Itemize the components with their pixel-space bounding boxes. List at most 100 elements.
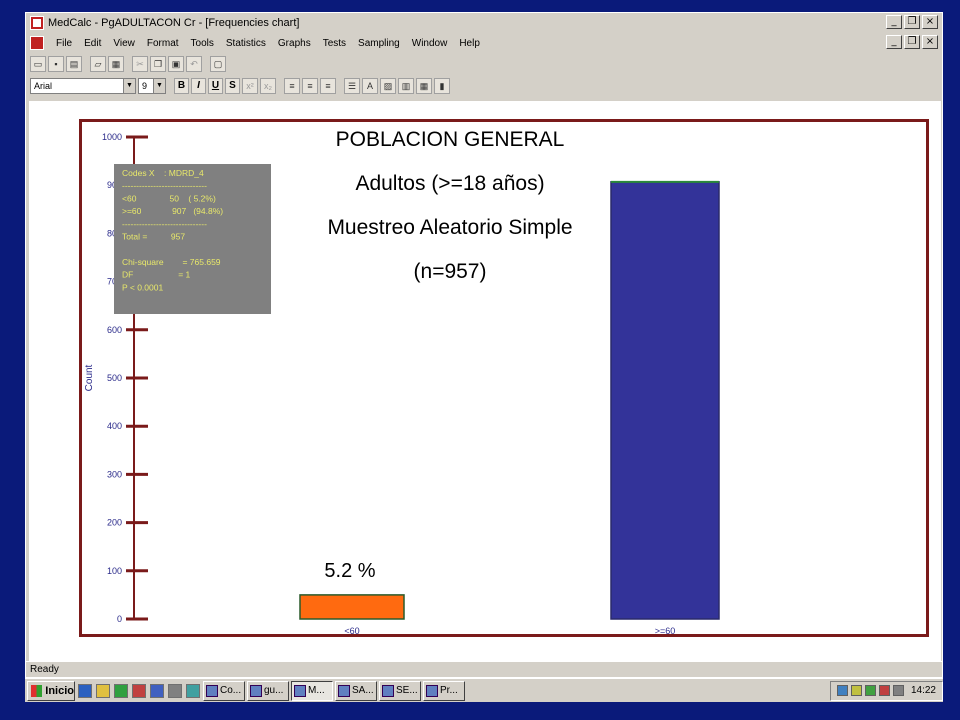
menu-edit[interactable]: Edit (78, 38, 107, 49)
menu-tools[interactable]: Tools (185, 38, 220, 49)
word-icon[interactable] (150, 683, 164, 698)
bar (299, 594, 405, 620)
stats-line: ------------------------------ (122, 219, 207, 229)
chart-frame: 01002003004005006007008009001000Count<60… (79, 119, 929, 652)
strikeout-button[interactable]: S (225, 78, 240, 94)
underline-button[interactable]: U (208, 78, 223, 94)
child-close-button[interactable]: × (922, 35, 938, 49)
frequencies-chart: 01002003004005006007008009001000Count<60… (84, 128, 720, 652)
x-tick-label: >=60 (655, 626, 676, 634)
task-medcalc[interactable]: M... (291, 680, 333, 701)
notes-icon[interactable]: ▢ (210, 56, 226, 72)
task-co[interactable]: Co... (203, 680, 245, 701)
y-tick-label: 0 (117, 614, 122, 624)
tray-icon[interactable] (878, 685, 890, 696)
italic-button[interactable]: I (191, 78, 206, 94)
chart-title-line: Muestreo Aleatorio Simple (327, 216, 572, 239)
taskbar: Inicio Co... gu... M... SA... SE... Pr..… (25, 678, 943, 702)
powerpoint-icon[interactable] (132, 683, 146, 698)
menu-window[interactable]: Window (406, 38, 454, 49)
task-sa[interactable]: SA... (335, 680, 377, 701)
y-tick-label: 1000 (102, 132, 122, 142)
document-icon[interactable] (30, 36, 44, 50)
window-icon (294, 684, 306, 697)
child-minimize-button[interactable]: _ (886, 35, 902, 49)
chevron-down-icon[interactable]: ▼ (153, 79, 165, 93)
window-icon (250, 684, 262, 697)
restore-button[interactable]: ❐ (904, 15, 920, 29)
grid-icon[interactable]: ▥ (398, 78, 414, 94)
font-name-select[interactable]: Arial ▼ (30, 78, 136, 94)
menu-graphs[interactable]: Graphs (272, 38, 317, 49)
minimize-button[interactable]: _ (886, 15, 902, 29)
medcalc-window: MedCalc - PgADULTACON Cr - [Frequencies … (25, 12, 943, 678)
y-tick-label: 600 (107, 325, 122, 335)
menu-sampling[interactable]: Sampling (352, 38, 406, 49)
window-title: MedCalc - PgADULTACON Cr - [Frequencies … (48, 17, 300, 29)
stats-line: >=60 907 (94.8%) (122, 206, 223, 216)
tray-icon[interactable] (850, 685, 862, 696)
picture-icon[interactable]: ▨ (380, 78, 396, 94)
close-button[interactable]: × (922, 15, 938, 29)
child-restore-button[interactable]: ❐ (904, 35, 920, 49)
menu-tests[interactable]: Tests (317, 38, 352, 49)
superscript-icon[interactable]: x² (242, 78, 258, 94)
clock: 14:22 (910, 685, 936, 696)
ie-icon[interactable] (78, 683, 92, 698)
subscript-icon[interactable]: x₂ (260, 78, 276, 94)
stats-line: <60 50 ( 5.2%) (122, 193, 216, 203)
excel-icon[interactable] (114, 683, 128, 698)
y-tick-label: 100 (107, 566, 122, 576)
y-axis-label: Count (84, 364, 95, 391)
open-icon[interactable]: ▭ (30, 56, 46, 72)
table-icon[interactable]: ▦ (416, 78, 432, 94)
menu-view[interactable]: View (107, 38, 141, 49)
print-icon[interactable]: ▤ (66, 56, 82, 72)
settings-icon[interactable] (168, 683, 182, 698)
window-icon (206, 684, 218, 697)
copy-icon[interactable]: ❐ (150, 56, 166, 72)
menu-help[interactable]: Help (453, 38, 486, 49)
menu-format[interactable]: Format (141, 38, 185, 49)
bullets-icon[interactable]: ☰ (344, 78, 360, 94)
y-tick-label: 500 (107, 373, 122, 383)
y-tick-label: 300 (107, 469, 122, 479)
undo-icon[interactable]: ↶ (186, 56, 202, 72)
align-center-icon[interactable]: ≡ (302, 78, 318, 94)
window-icon (426, 684, 438, 697)
menu-statistics[interactable]: Statistics (220, 38, 272, 49)
bold-button[interactable]: B (174, 78, 189, 94)
task-se[interactable]: SE... (379, 680, 421, 701)
desktop-icon[interactable] (96, 683, 110, 698)
window-icon (382, 684, 394, 697)
title-bar: MedCalc - PgADULTACON Cr - [Frequencies … (26, 13, 942, 33)
tray-icon[interactable] (836, 685, 848, 696)
paste-icon[interactable]: ▣ (168, 56, 184, 72)
font-grow-icon[interactable]: A (362, 78, 378, 94)
folder-icon[interactable]: ▱ (90, 56, 106, 72)
start-button[interactable]: Inicio (27, 680, 75, 701)
desktop: { "window": { "title": "MedCalc - PgADUL… (0, 0, 960, 720)
chevron-down-icon[interactable]: ▼ (123, 79, 135, 93)
cut-icon[interactable]: ✂ (132, 56, 148, 72)
task-pr[interactable]: Pr... (423, 680, 465, 701)
menu-file[interactable]: File (50, 38, 78, 49)
standard-toolbar: ▭ ▪ ▤ ▱ ▦ ✂ ❐ ▣ ↶ ▢ (26, 54, 942, 74)
save-icon[interactable]: ▪ (48, 56, 64, 72)
font-size-select[interactable]: 9 ▼ (138, 78, 166, 94)
task-gu[interactable]: gu... (247, 680, 289, 701)
medcalc-app-icon[interactable] (30, 16, 44, 30)
chart-icon[interactable]: ▮ (434, 78, 450, 94)
tool-icon[interactable] (186, 683, 200, 698)
stats-line: Total = 957 (122, 232, 185, 242)
menu-bar: File Edit View Format Tools Statistics G… (26, 33, 942, 53)
tray-icon[interactable] (864, 685, 876, 696)
percent-annotation: 5.2 % (324, 560, 375, 582)
align-left-icon[interactable]: ≡ (284, 78, 300, 94)
chart-title-line: POBLACION GENERAL (336, 128, 565, 151)
chart-title-line: (n=957) (414, 260, 487, 283)
spreadsheet-icon[interactable]: ▦ (108, 56, 124, 72)
format-toolbar: Arial ▼ 9 ▼ B I U S x² x₂ ≡ ≡ ≡ ☰ A ▨ ▥ ▦ … (26, 75, 942, 97)
align-right-icon[interactable]: ≡ (320, 78, 336, 94)
volume-icon[interactable] (892, 685, 904, 696)
